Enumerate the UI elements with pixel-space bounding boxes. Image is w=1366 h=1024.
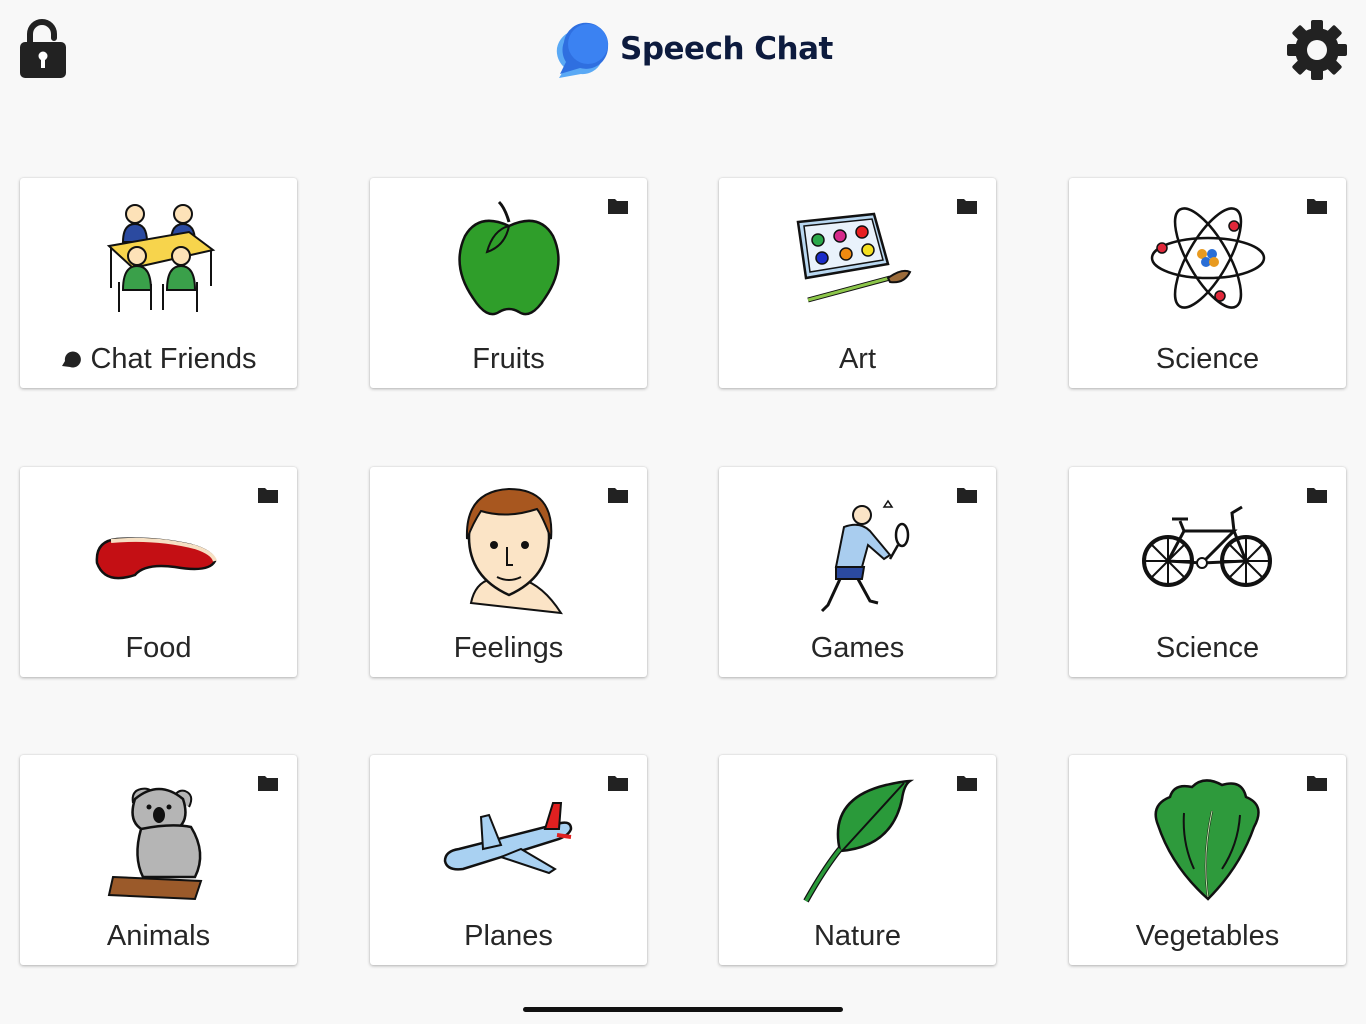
- tile-label: Feelings: [453, 632, 564, 664]
- folder-icon: [957, 199, 977, 214]
- people-at-table-icon: [106, 204, 215, 312]
- tile-label: Science: [1155, 632, 1260, 664]
- tile-games[interactable]: Games: [719, 467, 996, 677]
- folder-icon: [258, 776, 278, 791]
- koala-icon: [107, 787, 202, 901]
- chat-bubble-icon: [62, 351, 82, 368]
- tile-label: Games: [810, 632, 905, 664]
- tile-science-bicycle[interactable]: Science: [1069, 467, 1346, 677]
- paint-palette-icon: [796, 212, 911, 303]
- tile-planes[interactable]: Planes: [370, 755, 647, 965]
- folder-icon: [608, 776, 628, 791]
- tile-fruits[interactable]: Fruits: [370, 178, 647, 388]
- folder-icon: [957, 776, 977, 791]
- tile-animals[interactable]: Animals: [20, 755, 297, 965]
- bicycle-icon: [1141, 505, 1272, 587]
- tile-label: Nature: [813, 920, 902, 952]
- badminton-player-icon: [820, 499, 909, 613]
- tile-label: Planes: [464, 920, 553, 952]
- home-indicator[interactable]: [523, 1007, 843, 1012]
- green-apple-icon: [457, 200, 560, 316]
- folder-icon: [1307, 488, 1327, 503]
- category-grid: Chat Friends Fruits Art Science Food Fee…: [0, 0, 1366, 1024]
- tile-food[interactable]: Food: [20, 467, 297, 677]
- folder-icon: [957, 488, 977, 503]
- atom-icon: [1150, 207, 1265, 309]
- folder-icon: [1307, 776, 1327, 791]
- leaf-icon: [802, 779, 914, 903]
- tile-vegetables[interactable]: Vegetables: [1069, 755, 1346, 965]
- lettuce-icon: [1154, 779, 1260, 901]
- tile-feelings[interactable]: Feelings: [370, 467, 647, 677]
- tile-label: Chat Friends: [20, 343, 297, 376]
- tile-label: Fruits: [472, 343, 545, 375]
- tile-nature[interactable]: Nature: [719, 755, 996, 965]
- folder-icon: [608, 488, 628, 503]
- tile-chat-friends[interactable]: Chat Friends: [20, 178, 297, 388]
- folder-icon: [258, 488, 278, 503]
- airplane-icon: [443, 802, 572, 875]
- tile-label: Food: [125, 632, 192, 664]
- steak-icon: [95, 537, 217, 580]
- tile-label: Animals: [106, 920, 211, 952]
- folder-icon: [1307, 199, 1327, 214]
- tile-art[interactable]: Art: [719, 178, 996, 388]
- folder-icon: [608, 199, 628, 214]
- tile-science-atom[interactable]: Science: [1069, 178, 1346, 388]
- tile-label: Vegetables: [1135, 920, 1280, 952]
- face-icon: [465, 487, 563, 615]
- tile-label: Science: [1155, 343, 1260, 375]
- tile-label: Art: [838, 343, 877, 375]
